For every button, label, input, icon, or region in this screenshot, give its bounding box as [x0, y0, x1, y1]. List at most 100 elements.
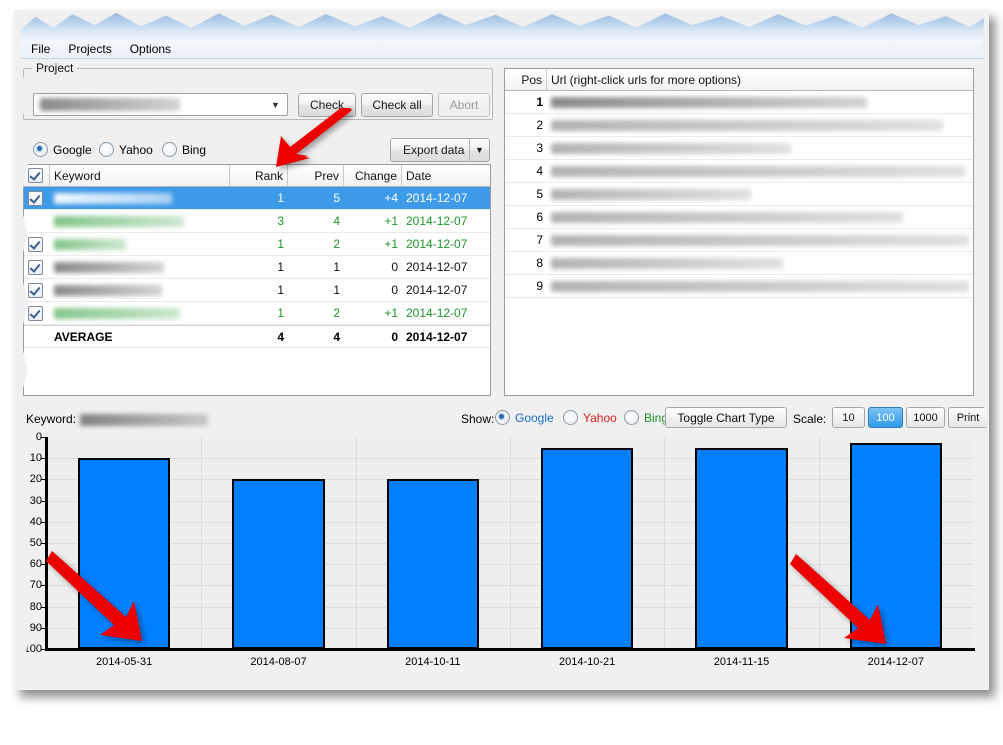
column-header-url[interactable]: Url (right-click urls for more options)	[547, 69, 973, 90]
column-header-prev[interactable]: Prev	[288, 165, 344, 186]
table-row[interactable]: 7	[505, 229, 973, 252]
table-row[interactable]: 12+12014-12-07	[24, 233, 490, 256]
url-value[interactable]	[547, 183, 973, 205]
url-value[interactable]	[547, 160, 973, 182]
export-data-label: Export data	[403, 143, 464, 157]
column-header-pos[interactable]: Pos	[505, 69, 547, 90]
chart-bar[interactable]	[387, 479, 480, 649]
toggle-chart-type-button[interactable]: Toggle Chart Type	[665, 407, 787, 428]
redacted-keyword	[54, 262, 164, 273]
url-value[interactable]	[547, 275, 973, 297]
url-table[interactable]: Pos Url (right-click urls for more optio…	[504, 68, 974, 396]
chart-keyword-label: Keyword:	[26, 412, 76, 426]
scale-button-100[interactable]: 100	[868, 407, 903, 428]
chart-vgridline	[201, 437, 202, 649]
chart-y-tickmark	[41, 543, 46, 544]
chart-y-tickmark	[41, 628, 46, 629]
row-checkbox-cell[interactable]	[24, 233, 50, 255]
table-row[interactable]: 2	[505, 114, 973, 137]
chart-show-label: Show:	[461, 412, 494, 426]
window-body: Project ▼ Check Check all Abort Google Y…	[14, 59, 989, 690]
redacted-url	[551, 120, 943, 131]
engine-radio-bing[interactable]: Bing	[162, 142, 206, 157]
export-data-button[interactable]: Export data ▼	[390, 138, 490, 162]
radio-dot-icon	[33, 142, 48, 157]
table-row[interactable]: 12+12014-12-07	[24, 302, 490, 325]
checkbox-icon[interactable]	[28, 260, 43, 275]
table-row[interactable]: 34+12014-12-07	[24, 210, 490, 233]
project-select[interactable]: ▼	[33, 93, 288, 116]
average-rank: 4	[230, 326, 288, 347]
chart-bar[interactable]	[78, 458, 171, 649]
row-date: 2014-12-07	[402, 256, 490, 278]
menu-item-file[interactable]: File	[22, 41, 59, 57]
checkbox-icon[interactable]	[28, 306, 43, 321]
column-header-change[interactable]: Change	[344, 165, 402, 186]
url-value[interactable]	[547, 252, 973, 274]
row-checkbox-cell[interactable]	[24, 210, 50, 232]
chart-engine-radio-yahoo[interactable]: Yahoo	[563, 410, 617, 425]
print-button[interactable]: Print	[948, 407, 988, 428]
chart-bar[interactable]	[541, 448, 634, 649]
table-row[interactable]: 5	[505, 183, 973, 206]
engine-radio-google-label: Google	[53, 143, 92, 157]
row-change: +1	[344, 302, 402, 324]
table-row[interactable]: 8	[505, 252, 973, 275]
engine-radio-yahoo[interactable]: Yahoo	[99, 142, 153, 157]
column-header-keyword[interactable]: Keyword	[50, 165, 230, 186]
column-header-rank[interactable]: Rank	[230, 165, 288, 186]
redacted-keyword	[54, 285, 162, 296]
chart-y-tickmark	[41, 585, 46, 586]
checkbox-icon[interactable]	[28, 168, 43, 183]
table-row[interactable]: 9	[505, 275, 973, 298]
rank-history-chart[interactable]	[47, 437, 973, 649]
checkbox-icon[interactable]	[28, 191, 43, 206]
chart-x-tick: 2014-05-31	[47, 656, 201, 668]
table-row[interactable]: 1	[505, 91, 973, 114]
chart-engine-radio-bing[interactable]: Bing	[624, 410, 668, 425]
checkbox-icon[interactable]	[28, 283, 43, 298]
chart-y-tickmark	[41, 522, 46, 523]
row-checkbox-cell[interactable]	[24, 187, 50, 209]
keyword-table[interactable]: Keyword Rank Prev Change Date 15+42014-1…	[23, 164, 491, 396]
table-row[interactable]: 6	[505, 206, 973, 229]
url-value[interactable]	[547, 137, 973, 159]
radio-dot-icon	[624, 410, 639, 425]
table-row[interactable]: 15+42014-12-07	[24, 187, 490, 210]
url-value[interactable]	[547, 91, 973, 113]
keyword-select-all-cell[interactable]	[24, 165, 50, 186]
scale-button-1000[interactable]: 1000	[906, 407, 945, 428]
row-keyword	[50, 256, 230, 278]
menu-item-options[interactable]: Options	[121, 41, 180, 57]
row-checkbox-cell[interactable]	[24, 256, 50, 278]
url-value[interactable]	[547, 229, 973, 251]
chevron-down-icon[interactable]: ▼	[469, 139, 489, 161]
table-row[interactable]: 1102014-12-07	[24, 279, 490, 302]
row-change: +1	[344, 233, 402, 255]
engine-radio-google[interactable]: Google	[33, 142, 92, 157]
redacted-url	[551, 281, 969, 292]
checkbox-icon[interactable]	[28, 237, 43, 252]
radio-dot-icon	[162, 142, 177, 157]
column-header-date[interactable]: Date	[402, 165, 490, 186]
average-prev: 4	[288, 326, 344, 347]
url-value[interactable]	[547, 114, 973, 136]
table-row[interactable]: 1102014-12-07	[24, 256, 490, 279]
menu-item-projects[interactable]: Projects	[59, 41, 120, 57]
keyword-table-average-row: AVERAGE 4 4 0 2014-12-07	[24, 325, 490, 348]
table-row[interactable]: 3	[505, 137, 973, 160]
menu-bar: File Projects Options	[14, 40, 989, 59]
row-checkbox-cell[interactable]	[24, 279, 50, 301]
check-all-button[interactable]: Check all	[361, 93, 433, 117]
row-checkbox-cell[interactable]	[24, 302, 50, 324]
table-row[interactable]: 4	[505, 160, 973, 183]
scale-button-10[interactable]: 10	[832, 407, 865, 428]
chart-engine-radio-google[interactable]: Google	[495, 410, 554, 425]
chart-bar[interactable]	[695, 448, 788, 649]
chart-x-tick: 2014-10-21	[510, 656, 664, 668]
row-change: 0	[344, 279, 402, 301]
chart-bar[interactable]	[232, 479, 325, 649]
url-value[interactable]	[547, 206, 973, 228]
chart-bar[interactable]	[850, 443, 943, 649]
check-button[interactable]: Check	[298, 93, 356, 117]
